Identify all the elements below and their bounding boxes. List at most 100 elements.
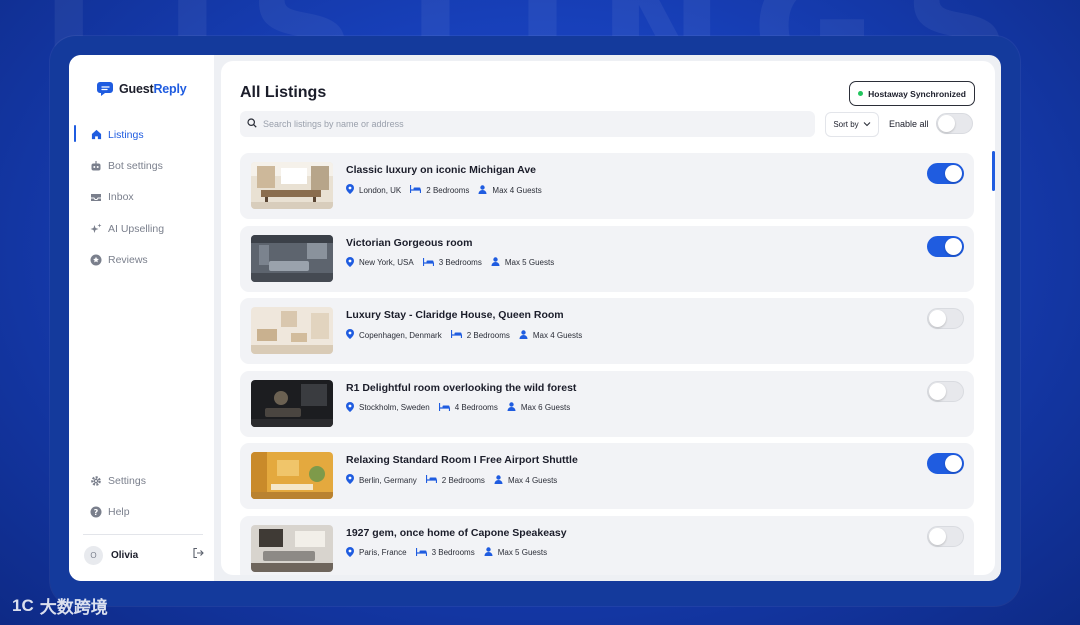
sidebar-item-reviews[interactable]: Reviews [69, 244, 214, 275]
listing-thumbnail [251, 379, 333, 427]
location-pin-icon [346, 256, 354, 269]
guest-icon [519, 329, 528, 341]
location-pin-icon [346, 184, 354, 196]
bed-icon [425, 475, 437, 485]
listings-list: Classic luxury on iconic Michigan Ave Lo… [240, 153, 974, 575]
enable-all-control: Enable all [889, 113, 973, 134]
status-dot-icon [858, 91, 864, 96]
listing-row[interactable]: R1 Delightful room overlooking the wild … [240, 370, 974, 437]
listing-meta: London, UK 2 Bedrooms Max 4 Guests [346, 184, 551, 196]
page-title: All Listings [240, 84, 327, 101]
listing-meta: Paris, France 3 Bedrooms Max 5 Guests [346, 546, 556, 559]
listing-row[interactable]: Classic luxury on iconic Michigan Ave Lo… [240, 153, 974, 219]
listing-location: Stockholm, Sweden [359, 403, 430, 412]
location-pin-icon [346, 329, 354, 341]
chevron-down-icon [863, 120, 871, 129]
sync-status-text: Hostaway Synchronized [868, 88, 966, 99]
listing-location: Berlin, Germany [359, 475, 417, 485]
listing-row[interactable]: Luxury Stay - Claridge House, Queen Room… [240, 298, 974, 364]
listing-guests: Max 4 Guests [532, 330, 583, 340]
guest-icon [491, 257, 500, 268]
listing-enable-toggle[interactable] [927, 163, 964, 184]
listing-enable-toggle[interactable] [927, 308, 964, 329]
listing-bedrooms: 2 Bedrooms [466, 330, 510, 340]
sidebar-item-help[interactable]: ? Help [69, 496, 214, 527]
listing-meta: Berlin, Germany 2 Bedrooms Max 4 Guests [346, 474, 566, 486]
bot-icon [90, 160, 102, 172]
sidebar: GuestReply Listings Bot settings Inbox A… [69, 55, 214, 581]
listing-title[interactable]: 1927 gem, once home of Capone Speakeasy [346, 527, 567, 539]
listing-title[interactable]: Victorian Gorgeous room [346, 237, 472, 249]
guest-icon [507, 402, 516, 413]
sidebar-item-ai-upselling[interactable]: AI Upselling [69, 213, 214, 244]
sidebar-item-label: Inbox [108, 191, 134, 204]
gear-icon [90, 475, 102, 487]
sort-by-dropdown[interactable]: Sort by [825, 112, 879, 137]
sync-status-badge: Hostaway Synchronized [849, 81, 975, 106]
chat-bubble-logo-icon [97, 81, 115, 97]
brand-logo[interactable]: GuestReply [97, 81, 187, 97]
search-icon [247, 115, 257, 133]
inbox-icon [90, 191, 102, 203]
sidebar-item-label: Listings [108, 128, 144, 141]
listing-title[interactable]: R1 Delightful room overlooking the wild … [346, 382, 576, 394]
listing-thumbnail [251, 524, 333, 572]
listing-thumbnail [251, 307, 333, 354]
listing-location: London, UK [359, 185, 402, 195]
sidebar-item-label: Help [108, 505, 130, 518]
scrollbar-thumb[interactable] [992, 151, 995, 191]
help-icon: ? [90, 506, 102, 518]
listing-guests: Max 4 Guests [507, 475, 558, 485]
listing-bedrooms: 2 Bedrooms [441, 475, 485, 485]
listing-row[interactable]: Victorian Gorgeous room New York, USA 3 … [240, 225, 974, 292]
sidebar-item-label: Settings [108, 474, 146, 487]
search-input[interactable] [263, 119, 803, 129]
listing-enable-toggle[interactable] [927, 453, 964, 474]
enable-all-toggle[interactable] [935, 113, 973, 134]
sidebar-bottom-nav: Settings ? Help [69, 465, 214, 528]
app-window: GuestReply Listings Bot settings Inbox A… [69, 55, 1001, 581]
listing-title[interactable]: Luxury Stay - Claridge House, Queen Room [346, 309, 564, 321]
listing-enable-toggle[interactable] [927, 235, 964, 257]
listing-guests: Max 5 Guests [497, 548, 548, 557]
guest-icon [494, 474, 503, 486]
listing-guests: Max 4 Guests [492, 185, 542, 195]
listing-bedrooms: 2 Bedrooms [426, 185, 470, 195]
listing-enable-toggle[interactable] [927, 380, 964, 402]
bed-icon [450, 330, 462, 340]
logout-icon[interactable] [192, 546, 204, 564]
sidebar-item-inbox[interactable]: Inbox [69, 182, 214, 213]
listing-title[interactable]: Classic luxury on iconic Michigan Ave [346, 164, 536, 176]
listing-row[interactable]: 1927 gem, once home of Capone Speakeasy … [240, 515, 974, 575]
enable-all-label: Enable all [889, 118, 929, 129]
listing-thumbnail [251, 234, 333, 282]
listing-title[interactable]: Relaxing Standard Room I Free Airport Sh… [346, 454, 578, 466]
sparkle-icon [90, 223, 102, 235]
user-profile[interactable]: O Olivia [84, 544, 204, 566]
sidebar-item-settings[interactable]: Settings [69, 465, 214, 496]
location-pin-icon [346, 546, 354, 559]
listing-meta: Copenhagen, Denmark 2 Bedrooms Max 4 Gue… [346, 329, 591, 341]
sidebar-item-listings[interactable]: Listings [69, 119, 214, 150]
listing-thumbnail [251, 162, 333, 209]
listing-bedrooms: 4 Bedrooms [454, 403, 498, 412]
bed-icon [438, 402, 450, 413]
star-icon [90, 254, 102, 266]
sidebar-nav: Listings Bot settings Inbox AI Upselling [69, 119, 214, 275]
watermark-text: 大数跨境 [39, 598, 108, 617]
sidebar-item-bot-settings[interactable]: Bot settings [69, 150, 214, 181]
avatar: O [84, 545, 103, 565]
location-pin-icon [346, 401, 354, 414]
sidebar-item-label: AI Upselling [108, 222, 165, 235]
listing-location: Copenhagen, Denmark [359, 330, 442, 340]
location-pin-icon [346, 474, 354, 486]
bed-icon [410, 185, 422, 195]
listing-bedrooms: 3 Bedrooms [431, 548, 475, 557]
listing-location: Paris, France [359, 548, 407, 557]
listing-thumbnail [251, 452, 333, 499]
listing-row[interactable]: Relaxing Standard Room I Free Airport Sh… [240, 443, 974, 509]
listing-location: New York, USA [359, 258, 414, 267]
listing-meta: New York, USA 3 Bedrooms Max 5 Guests [346, 256, 563, 269]
guest-icon [478, 184, 487, 196]
listing-enable-toggle[interactable] [927, 525, 964, 547]
